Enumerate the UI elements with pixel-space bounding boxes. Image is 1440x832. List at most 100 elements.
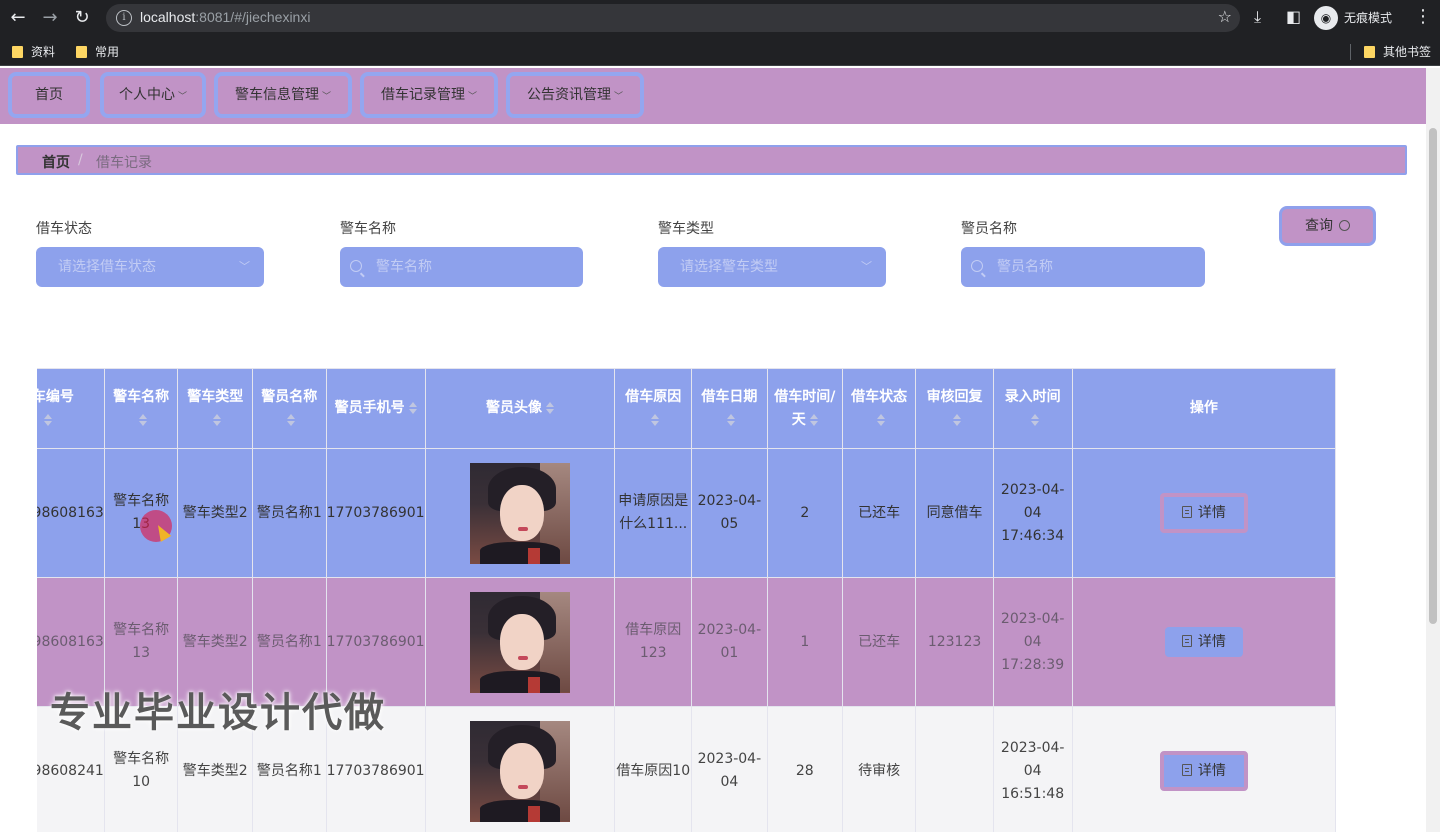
- bookmark-folder[interactable]: 资料: [12, 43, 55, 60]
- cell-reason: 申请原因是什么111...: [614, 448, 692, 578]
- chevron-down-icon: ﹀: [467, 92, 477, 102]
- document-icon: [1181, 764, 1192, 776]
- sort-icon[interactable]: [1030, 413, 1039, 426]
- address-bar[interactable]: i localhost:8081/#/jiechexinxi ☆: [106, 4, 1240, 32]
- col-header-officer-avatar[interactable]: 警员头像: [424, 368, 616, 449]
- avatar[interactable]: [470, 720, 571, 822]
- sort-icon[interactable]: [287, 413, 296, 426]
- watermark-overlay: 专业毕业设计代做: [50, 690, 386, 736]
- col-header-actions: 操作: [1071, 368, 1337, 449]
- bookmarks-bar: 资料 常用 其他书签: [0, 36, 1440, 66]
- bookmark-folder[interactable]: 常用: [76, 43, 119, 60]
- detail-button[interactable]: 详情: [1159, 751, 1248, 791]
- car-type-filter-label: 警车类型: [658, 221, 714, 237]
- officer-name-input[interactable]: 警员名称: [961, 247, 1205, 287]
- status-filter-label: 借车状态: [36, 221, 92, 237]
- cell-car-type: 警车类型2: [177, 448, 253, 578]
- forward-icon[interactable]: →: [38, 6, 62, 30]
- col-header-status[interactable]: 借车状态: [841, 368, 917, 449]
- breadcrumb-home[interactable]: 首页: [42, 152, 70, 172]
- cell-date: 2023-04-04: [691, 706, 768, 832]
- car-name-filter-label: 警车名称: [340, 221, 396, 237]
- sort-icon[interactable]: [139, 413, 148, 426]
- bookmark-star-icon[interactable]: ☆: [1218, 7, 1232, 26]
- sort-icon[interactable]: [952, 413, 961, 426]
- url-text: localhost:8081/#/jiechexinxi: [140, 9, 311, 25]
- cell-duration: 1: [766, 577, 843, 707]
- car-type-select[interactable]: 请选择警车类型 ﹀: [658, 247, 886, 287]
- cell-officer-avatar: [424, 577, 616, 707]
- col-header-officer-name[interactable]: 警员名称: [251, 368, 327, 449]
- search-icon: [971, 260, 983, 272]
- scrollbar-thumb[interactable]: [1429, 128, 1437, 624]
- avatar[interactable]: [470, 462, 571, 564]
- page-scrollbar[interactable]: [1426, 68, 1440, 832]
- officer-filter-label: 警员名称: [961, 221, 1017, 237]
- search-icon: [1339, 220, 1350, 231]
- col-header-car-type[interactable]: 警车类型: [177, 368, 253, 449]
- breadcrumb-current: 借车记录: [96, 155, 152, 171]
- sort-icon[interactable]: [651, 413, 660, 426]
- cell-officer-avatar: [424, 448, 616, 578]
- sort-icon[interactable]: [43, 413, 52, 426]
- car-name-input[interactable]: 警车名称: [340, 247, 583, 287]
- incognito-label[interactable]: 无痕模式: [1344, 9, 1392, 26]
- cell-reply: 123123: [915, 577, 994, 707]
- site-info-icon[interactable]: i: [116, 10, 132, 26]
- sort-icon[interactable]: [213, 413, 222, 426]
- nav-item-borrow-records[interactable]: 借车记录管理 ﹀: [360, 72, 498, 118]
- col-header-created[interactable]: 录入时间: [992, 368, 1073, 449]
- col-header-car-name[interactable]: 警车名称: [103, 368, 179, 449]
- status-select[interactable]: 请选择借车状态 ﹀: [36, 247, 264, 287]
- cell-officer-name: 警员名称1: [251, 448, 327, 578]
- folder-icon: [1364, 46, 1375, 58]
- chevron-down-icon: ﹀: [613, 92, 623, 102]
- bookmark-divider: [1350, 44, 1351, 60]
- nav-item-personal-center[interactable]: 个人中心 ﹀: [100, 72, 206, 118]
- cell-duration: 2: [766, 448, 843, 578]
- cell-officer-avatar: [424, 706, 616, 832]
- table-row[interactable]: 1680598608163 警车名称13 警车类型2 警员名称1 1770378…: [37, 448, 1337, 578]
- nav-item-home[interactable]: 首页: [8, 72, 90, 118]
- sort-icon[interactable]: [546, 402, 555, 414]
- other-bookmarks[interactable]: 其他书签: [1364, 43, 1431, 60]
- nav-item-announcements[interactable]: 公告资讯管理 ﹀: [506, 72, 644, 118]
- incognito-icon[interactable]: ◉: [1314, 6, 1338, 30]
- chevron-down-icon: ﹀: [177, 92, 187, 102]
- col-header-reply[interactable]: 审核回复: [915, 368, 994, 449]
- search-icon: [350, 260, 362, 272]
- sort-icon[interactable]: [809, 413, 818, 426]
- sort-icon[interactable]: [877, 413, 886, 426]
- breadcrumb-separator: /: [78, 152, 83, 168]
- cell-date: 2023-04-01: [691, 577, 768, 707]
- browser-toolbar: ← → ↻ i localhost:8081/#/jiechexinxi ☆ ⤓…: [0, 0, 1440, 36]
- sort-icon[interactable]: [727, 413, 736, 426]
- cell-officer-phone: 17703786901: [325, 448, 426, 578]
- col-header-reason[interactable]: 借车原因: [614, 368, 692, 449]
- sort-icon[interactable]: [408, 402, 417, 414]
- cell-reply: 同意借车: [915, 448, 994, 578]
- cell-car-no: 1680598608163: [37, 448, 105, 578]
- cell-date: 2023-04-05: [691, 448, 768, 578]
- side-panel-icon[interactable]: ◧: [1286, 7, 1301, 26]
- download-icon[interactable]: ⤓: [1254, 7, 1261, 27]
- avatar[interactable]: [470, 591, 571, 693]
- reload-icon[interactable]: ↻: [70, 6, 94, 30]
- chevron-down-icon: ﹀: [239, 260, 250, 273]
- cell-status: 已还车: [841, 577, 917, 707]
- col-header-date[interactable]: 借车日期: [691, 368, 768, 449]
- cell-created: 2023-04-04 16:51:48: [992, 706, 1073, 832]
- col-header-officer-phone[interactable]: 警员手机号: [325, 368, 426, 449]
- more-menu-icon[interactable]: ⋮: [1414, 6, 1432, 27]
- detail-button[interactable]: 详情: [1164, 627, 1243, 657]
- back-icon[interactable]: ←: [6, 6, 30, 30]
- cell-reason: 借车原因10: [614, 706, 692, 832]
- col-header-car-no[interactable]: 警车编号: [37, 368, 105, 449]
- top-nav: 首页 个人中心 ﹀ 警车信息管理 ﹀ 借车记录管理 ﹀ 公告资讯管理 ﹀: [0, 68, 1426, 124]
- detail-button[interactable]: 详情: [1159, 493, 1248, 533]
- document-icon: [1181, 506, 1192, 518]
- col-header-duration[interactable]: 借车时间/天: [766, 368, 843, 449]
- nav-item-car-info[interactable]: 警车信息管理 ﹀: [214, 72, 352, 118]
- cell-created: 2023-04-04 17:28:39: [992, 577, 1073, 707]
- query-button[interactable]: 查询: [1279, 206, 1376, 246]
